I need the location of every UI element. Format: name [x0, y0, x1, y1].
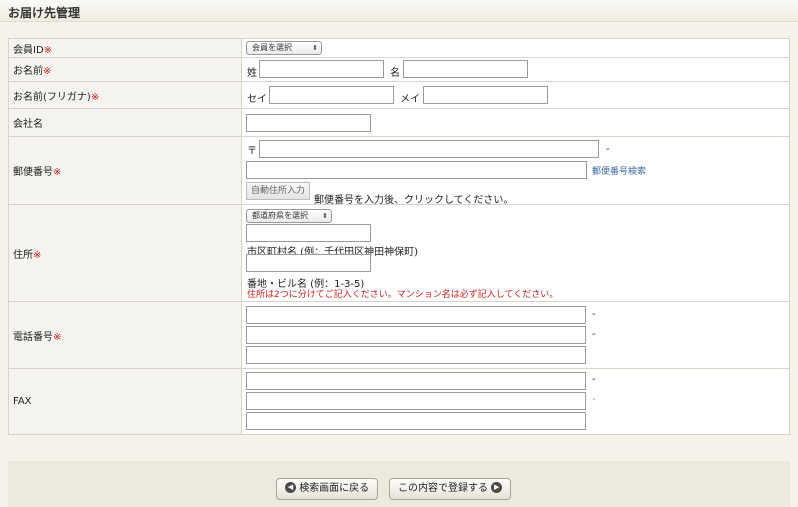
city-input[interactable]: [246, 224, 371, 242]
auto-address-button[interactable]: 自動住所入力: [246, 182, 310, 200]
right-arrow-circle-icon: ▶: [491, 481, 503, 493]
required-mark: ※: [53, 167, 62, 178]
first-kana-label: メイ: [400, 94, 420, 105]
address-label: 住所※: [8, 204, 242, 302]
row-address: 住所※ 都道府県を選択 ⬍ 市区町村名 (例：千代田区神田神保町) 番地・ビル名 …: [8, 204, 790, 302]
required-mark: ※: [43, 44, 53, 56]
phone-input-3[interactable]: [246, 346, 586, 364]
phone-dash-2: -: [592, 329, 596, 340]
phone-label: 電話番号※: [8, 301, 242, 369]
fax-input-1[interactable]: [246, 372, 586, 390]
fax-input-3[interactable]: [246, 412, 586, 430]
row-name: お名前※ 姓 名: [8, 57, 790, 82]
delivery-form: 会員ID※ 会員を選択 ⬍ お名前※ 姓 名 お名前(フリガナ)※ セイ メイ 会…: [8, 38, 790, 435]
phone-input-1[interactable]: [246, 306, 586, 324]
select-arrows-icon: ⬍: [322, 212, 328, 220]
row-postal: 郵便番号※ 〒 - 郵便番号検索 自動住所入力 郵便番号を入力後、クリックしてく…: [8, 136, 790, 206]
member-select[interactable]: 会員を選択 ⬍: [246, 41, 322, 55]
last-name-label: 姓: [247, 68, 257, 79]
last-kana-label: セイ: [247, 94, 267, 105]
first-kana-input[interactable]: [423, 86, 548, 104]
first-name-label: 名: [390, 68, 400, 79]
row-phone: 電話番号※ - -: [8, 301, 790, 369]
member-id-label: 会員ID※: [8, 38, 242, 58]
postal-lookup-link[interactable]: 郵便番号検索: [592, 164, 646, 177]
phone-input-2[interactable]: [246, 326, 586, 344]
last-kana-input[interactable]: [269, 86, 394, 104]
first-name-input[interactable]: [403, 60, 528, 78]
back-to-search-button[interactable]: ◀ 検索画面に戻る: [276, 478, 378, 500]
postal-dash: -: [606, 144, 610, 155]
address-note: 住所は2つに分けてご記入ください。マンション名は必ず記入してください。: [247, 290, 559, 300]
prefecture-select[interactable]: 都道府県を選択 ⬍: [246, 209, 332, 223]
postal-code-input-1[interactable]: [259, 140, 599, 158]
company-input[interactable]: [246, 114, 371, 132]
row-company: 会社名: [8, 108, 790, 137]
name-label: お名前※: [8, 57, 242, 82]
phone-dash-1: -: [592, 309, 596, 320]
postal-label: 郵便番号※: [8, 136, 242, 205]
row-member-id: 会員ID※ 会員を選択 ⬍: [8, 38, 790, 58]
select-arrows-icon: ⬍: [312, 44, 318, 52]
footer-bar: ◀ 検索画面に戻る この内容で登録する ▶: [8, 461, 790, 507]
company-label: 会社名: [8, 108, 242, 137]
form-table: 会員ID※ 会員を選択 ⬍ お名前※ 姓 名 お名前(フリガナ)※ セイ メイ 会…: [8, 38, 790, 435]
fax-dash-2: -: [592, 394, 596, 405]
street-input[interactable]: [246, 254, 371, 272]
left-arrow-circle-icon: ◀: [285, 481, 296, 493]
fax-label: FAX: [8, 368, 242, 435]
row-fax: FAX - -: [8, 368, 790, 435]
required-mark: ※: [53, 331, 62, 343]
required-mark: ※: [90, 91, 100, 103]
name-kana-label: お名前(フリガナ)※: [8, 81, 242, 109]
required-mark: ※: [33, 249, 42, 261]
row-name-kana: お名前(フリガナ)※ セイ メイ: [8, 81, 790, 109]
required-mark: ※: [43, 66, 52, 77]
register-button-label: この内容で登録する: [398, 483, 488, 494]
fax-dash-1: -: [592, 374, 596, 385]
postal-code-input-2[interactable]: [246, 161, 587, 179]
postal-prefix: 〒: [247, 146, 257, 157]
page-title: お届け先管理: [8, 6, 81, 20]
back-button-label: 検索画面に戻る: [299, 483, 370, 494]
fax-input-2[interactable]: [246, 392, 586, 410]
title-bar: お届け先管理: [0, 0, 798, 22]
register-button[interactable]: この内容で登録する ▶: [389, 478, 511, 500]
last-name-input[interactable]: [259, 60, 384, 78]
